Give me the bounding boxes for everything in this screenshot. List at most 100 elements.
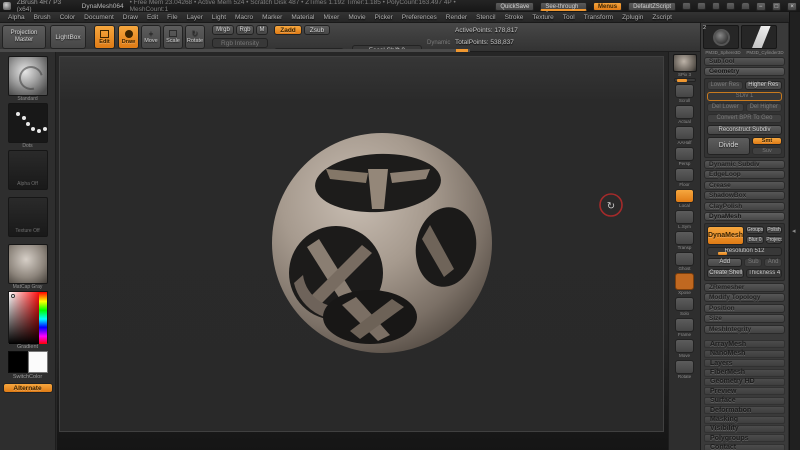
right-shelf-button[interactable]: Persp	[675, 147, 694, 167]
right-shelf-button[interactable]: AAHalf	[675, 126, 694, 146]
menu-item[interactable]: Tool	[563, 14, 575, 21]
color-picker[interactable]	[7, 291, 48, 344]
projection-master-button[interactable]: Projection Master	[2, 25, 46, 49]
hue-strip[interactable]	[38, 292, 47, 344]
resolution-slider[interactable]: Resolution 512	[707, 246, 782, 256]
subsection-header[interactable]: Modify Topology	[704, 293, 785, 302]
polish-button[interactable]: Polish	[766, 225, 783, 234]
right-shelf-button-icon[interactable]	[675, 210, 694, 224]
add-button[interactable]: Add	[707, 257, 743, 267]
menu-item[interactable]: Layer	[187, 14, 203, 21]
menu-item[interactable]: Draw	[123, 14, 138, 21]
del-higher-button[interactable]: Del Higher	[745, 102, 782, 112]
zadd-button[interactable]: Zadd	[274, 25, 302, 35]
draw-button[interactable]: Draw	[118, 25, 139, 49]
thickness-slider[interactable]: Thickness 4	[746, 268, 782, 278]
menu-item[interactable]: Document	[84, 14, 114, 21]
lower-res-button[interactable]: Lower Res	[707, 80, 743, 90]
switch-color-swatches[interactable]	[7, 351, 48, 373]
subsection-header[interactable]: ZRemesher	[704, 282, 785, 292]
menu-item[interactable]: Picker	[375, 14, 393, 21]
del-lower-button[interactable]: Del Lower	[707, 102, 744, 112]
rgb-intensity-slider[interactable]: Rgb Intensity	[212, 38, 268, 48]
menu-item[interactable]: Marker	[262, 14, 282, 21]
palette-section-header[interactable]: Preview	[704, 387, 785, 396]
right-shelf-button[interactable]: Local	[675, 189, 694, 209]
palette-section-header[interactable]: Contact	[704, 443, 785, 450]
menu-item[interactable]: Brush	[34, 14, 51, 21]
menu-item[interactable]: Macro	[235, 14, 253, 21]
resolution-handle[interactable]	[718, 251, 727, 255]
palette-section-header[interactable]: FiberMesh	[704, 368, 785, 377]
subsection-header[interactable]: EdgeLoop	[704, 170, 785, 179]
menu-item[interactable]: Movie	[348, 14, 365, 21]
default-zscript-button[interactable]: DefaultZScript	[628, 1, 677, 11]
palette-section-header[interactable]: Surface	[704, 396, 785, 405]
mrgb-button[interactable]: Mrgb	[212, 25, 234, 35]
lightbox-button[interactable]: LightBox	[50, 25, 86, 49]
close-button[interactable]: ×	[787, 1, 797, 11]
right-shelf-button-icon[interactable]	[675, 126, 694, 140]
m-button[interactable]: M	[256, 25, 268, 35]
subsection-header[interactable]: Dynamic Subdiv	[704, 159, 785, 169]
scale-button[interactable]: Scale	[163, 25, 183, 49]
subtool-section-header[interactable]: SubTool	[704, 56, 785, 66]
current-stroke-thumbnail[interactable]	[7, 103, 48, 143]
menu-item[interactable]: Alpha	[8, 14, 25, 21]
rotate-button[interactable]: ↻ Rotate	[185, 25, 205, 49]
right-shelf-button-icon[interactable]	[675, 318, 694, 332]
quicksave-button[interactable]: QuickSave	[495, 1, 535, 11]
dynamesh-model[interactable]: ↻	[60, 57, 665, 433]
right-shelf-button-icon[interactable]	[675, 168, 694, 182]
menu-item[interactable]: Stroke	[505, 14, 524, 21]
subsection-header[interactable]: Size	[704, 314, 785, 323]
right-shelf-button-icon[interactable]	[675, 189, 694, 203]
current-material-thumbnail[interactable]	[7, 244, 48, 284]
palette-section-header[interactable]: ArrayMesh	[704, 340, 785, 349]
right-shelf-button-icon[interactable]	[675, 147, 694, 161]
menu-item[interactable]: Stencil	[476, 14, 496, 21]
pen-icon[interactable]	[711, 2, 721, 10]
current-brush-thumbnail[interactable]	[7, 56, 48, 96]
palette-section-header[interactable]: NanoMesh	[704, 349, 785, 358]
spix-slider[interactable]	[673, 78, 696, 82]
subsection-header[interactable]: ShadowBox	[704, 191, 785, 200]
reconstruct-subdiv-button[interactable]: Reconstruct Subdiv	[707, 124, 782, 135]
dynamesh-button[interactable]: DynaMesh	[707, 225, 745, 245]
palette-section-header[interactable]: Visibility	[704, 424, 785, 433]
hand-icon[interactable]	[726, 2, 736, 10]
dynamesh-section-header[interactable]: DynaMesh	[704, 212, 785, 221]
sdiv-slider[interactable]: SDiv 1	[707, 91, 782, 101]
menu-item[interactable]: Preferences	[402, 14, 437, 21]
convert-bpr-button[interactable]: Convert BPR To Geo	[707, 113, 782, 123]
subsection-header[interactable]: ClayPolish	[704, 201, 785, 211]
and-button[interactable]: And	[764, 257, 782, 267]
restore-button[interactable]: □	[771, 1, 782, 11]
higher-res-button[interactable]: Higher Res	[744, 80, 782, 90]
menu-item[interactable]: Zscript	[652, 14, 672, 21]
bpr-render-button[interactable]	[672, 54, 697, 72]
divider-bar-icon[interactable]	[682, 2, 691, 10]
menus-button[interactable]: Menus	[593, 1, 623, 11]
menu-item[interactable]: Render	[446, 14, 467, 21]
right-shelf-button[interactable]: Actual	[675, 105, 694, 125]
move-button[interactable]: + Move	[141, 25, 161, 49]
right-shelf-button[interactable]: Scroll	[675, 84, 694, 104]
secondary-color-swatch[interactable]	[27, 351, 48, 373]
subsection-header[interactable]: Position	[704, 303, 785, 313]
palette-section-header[interactable]: Geometry HD	[704, 377, 785, 386]
sub-button[interactable]: Sub	[744, 257, 763, 267]
alternate-button[interactable]: Alternate	[2, 383, 53, 393]
palette-section-header[interactable]: Polygroups	[704, 434, 785, 443]
current-texture-thumbnail[interactable]: Texture Off	[7, 197, 48, 237]
menu-item[interactable]: Light	[212, 14, 226, 21]
menu-item[interactable]: Material	[291, 14, 314, 21]
spix-handle[interactable]	[676, 79, 687, 82]
saturation-value-field[interactable]	[8, 292, 41, 344]
right-shelf-button[interactable]: Move	[675, 339, 694, 359]
current-tool-thumbnail[interactable]	[703, 25, 739, 49]
right-shelf-button[interactable]: Frame	[675, 318, 694, 338]
create-shell-button[interactable]: Create Shell	[707, 268, 745, 278]
right-shelf-button[interactable]: L.Sym	[675, 210, 694, 230]
menu-item[interactable]: Color	[60, 14, 76, 21]
